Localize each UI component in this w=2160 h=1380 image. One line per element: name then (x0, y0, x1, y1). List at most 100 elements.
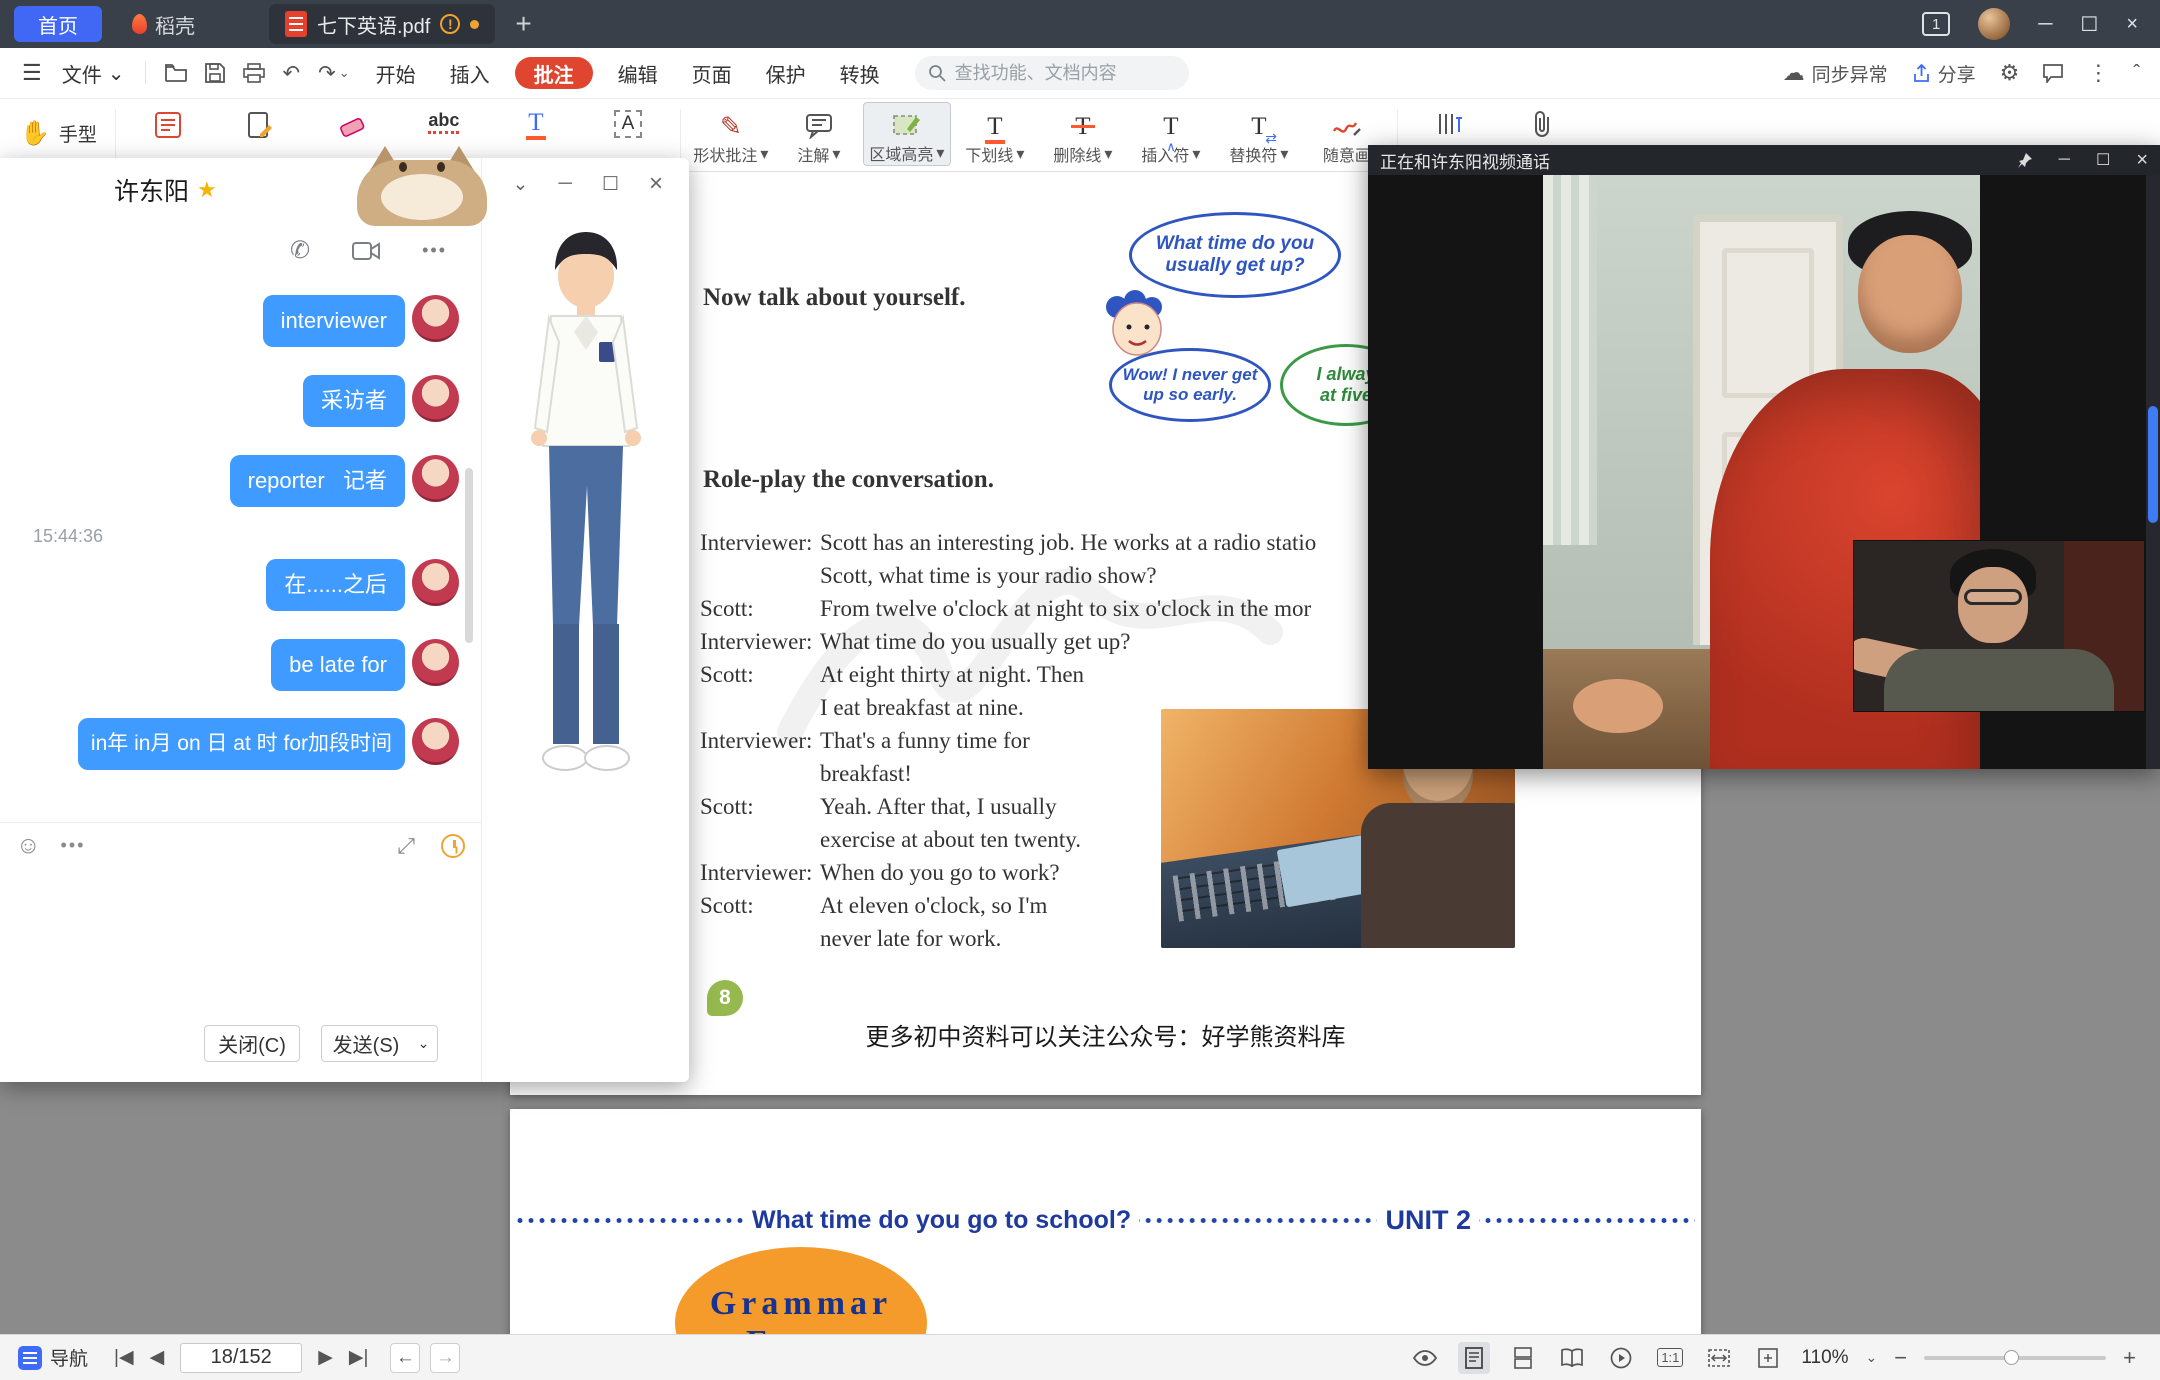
area-select-button[interactable]: A (582, 99, 674, 138)
chat-bubble[interactable]: be late for (271, 639, 405, 691)
collapse-pane-icon[interactable]: ⌄ (513, 173, 529, 196)
new-tab-button[interactable]: + (515, 8, 531, 40)
tool-shape-annotation[interactable]: ✎ 形状批注▾ (687, 102, 775, 166)
tab-home[interactable]: 首页 (14, 6, 102, 42)
user-avatar[interactable] (1978, 8, 2010, 40)
annotation-mode-button[interactable] (122, 99, 214, 140)
last-page-button[interactable]: ▶| (349, 1346, 369, 1369)
open-file-button[interactable] (156, 64, 196, 82)
save-button[interactable] (196, 63, 234, 83)
zoom-slider[interactable] (1924, 1356, 2106, 1360)
video-call-icon[interactable] (352, 241, 380, 261)
comment-icon[interactable] (2043, 64, 2063, 83)
menu-edit[interactable]: 编辑 (601, 48, 675, 99)
prev-page-button[interactable]: ◀ (150, 1346, 165, 1369)
tool-underline[interactable]: T 下划线▾ (951, 102, 1039, 166)
navigation-label[interactable]: 导航 (50, 1344, 88, 1371)
hand-tool-button[interactable]: ✋手型 (20, 119, 97, 148)
voice-call-icon[interactable]: ✆ (290, 236, 310, 265)
sync-warning-icon[interactable]: ! (440, 14, 460, 34)
contact-avatar[interactable] (412, 295, 459, 342)
more-input-tools-icon[interactable]: ••• (61, 835, 86, 856)
tool-replace[interactable]: T 替换符▾ (1215, 102, 1303, 166)
view-back-button[interactable]: ← (390, 1343, 420, 1373)
close-button[interactable]: × (2126, 13, 2138, 36)
zoom-slider-thumb[interactable] (2004, 1350, 2019, 1365)
next-page-button[interactable]: ▶ (318, 1346, 333, 1369)
menu-annotate-active[interactable]: 批注 (515, 57, 593, 89)
chat-close-button[interactable]: 关闭(C) (204, 1025, 300, 1062)
window-count-badge[interactable]: 1 (1922, 12, 1950, 36)
menu-insert[interactable]: 插入 (433, 48, 507, 99)
sync-status[interactable]: ☁同步异常 (1783, 60, 1888, 87)
contact-avatar[interactable] (412, 639, 459, 686)
video-window-scrollbar[interactable] (2146, 175, 2160, 769)
search-box[interactable] (915, 56, 1189, 90)
eraser-button[interactable] (306, 99, 398, 140)
annotation-manage-button[interactable] (214, 99, 306, 140)
video-close-icon[interactable]: × (2136, 149, 2148, 172)
zoom-out-button[interactable]: − (1894, 1345, 1907, 1371)
menu-convert[interactable]: 转换 (823, 48, 897, 99)
zoom-in-button[interactable]: + (2123, 1345, 2136, 1371)
autoplay-button[interactable] (1605, 1342, 1637, 1374)
more-vertical-icon[interactable]: ⋮ (2087, 60, 2109, 86)
navigation-icon[interactable] (18, 1346, 42, 1370)
first-page-button[interactable]: |◀ (114, 1346, 134, 1369)
contact-avatar[interactable] (412, 455, 459, 502)
redo-button[interactable]: ↷⌄ (309, 61, 359, 86)
collapse-ribbon-icon[interactable]: ˆ (2133, 62, 2140, 85)
self-video-preview[interactable] (1853, 540, 2145, 712)
chat-send-button[interactable]: 发送(S) (321, 1025, 411, 1062)
actual-size-button[interactable]: 1:1 (1654, 1342, 1686, 1374)
fit-width-button[interactable] (1703, 1342, 1735, 1374)
continuous-view-button[interactable] (1507, 1342, 1539, 1374)
page-indicator-input[interactable] (180, 1343, 302, 1373)
eye-protect-icon[interactable] (1409, 1342, 1441, 1374)
text-format-button[interactable] (1404, 99, 1496, 138)
video-maximize-icon[interactable]: ☐ (2096, 150, 2110, 170)
tab-document[interactable]: 七下英语.pdf ! (269, 4, 495, 44)
video-minimize-icon[interactable]: ─ (2059, 151, 2070, 169)
file-menu[interactable]: 文件⌄ (52, 59, 135, 88)
pin-icon[interactable] (2017, 152, 2033, 168)
contact-avatar[interactable] (412, 559, 459, 606)
scrollbar-thumb[interactable] (2148, 406, 2158, 523)
chat-bubble[interactable]: reporter 记者 (230, 455, 405, 507)
chat-close-icon[interactable]: × (649, 170, 663, 198)
menu-start[interactable]: 开始 (359, 48, 433, 99)
send-options-dropdown[interactable]: ⌄ (410, 1025, 438, 1062)
expand-input-icon[interactable]: ⤢ (397, 833, 415, 859)
video-call-titlebar[interactable]: 正在和许东阳视频通话 ─ ☐ × (1368, 145, 2160, 175)
chat-minimize-icon[interactable]: ─ (558, 173, 571, 195)
zoom-level[interactable]: 110% (1801, 1347, 1848, 1369)
maximize-button[interactable]: ☐ (2080, 12, 2098, 37)
menu-page[interactable]: 页面 (675, 48, 749, 99)
settings-gear-icon[interactable]: ⚙ (2000, 60, 2020, 86)
menu-protect[interactable]: 保护 (749, 48, 823, 99)
zoom-dropdown-icon[interactable]: ⌄ (1866, 1349, 1878, 1366)
attachment-button[interactable] (1496, 99, 1588, 138)
chat-bubble[interactable]: 在......之后 (266, 559, 405, 611)
chat-bubble[interactable]: 采访者 (303, 375, 405, 427)
search-input[interactable] (955, 63, 1165, 84)
chat-bubble[interactable]: interviewer (263, 295, 405, 347)
share-button[interactable]: 分享 (1912, 60, 1976, 87)
tool-insert-caret[interactable]: T 插入符▾ (1127, 102, 1215, 166)
contact-avatar[interactable] (412, 718, 459, 765)
chat-bubble[interactable]: in年 in月 on 日 at 时 for加段时间 (78, 718, 405, 770)
view-forward-button[interactable]: → (430, 1343, 460, 1373)
print-button[interactable] (234, 63, 274, 83)
chat-scrollbar[interactable] (465, 468, 473, 643)
single-page-view-button[interactable] (1458, 1342, 1490, 1374)
minimize-button[interactable]: ─ (2038, 13, 2052, 36)
spellcheck-button[interactable]: abc (398, 99, 490, 134)
tool-note[interactable]: 注解▾ (775, 102, 863, 166)
tool-strikethrough[interactable]: T 删除线▾ (1039, 102, 1127, 166)
tool-area-highlight-active[interactable]: 区域高亮▾ (863, 102, 951, 166)
undo-button[interactable]: ↶ (274, 61, 310, 86)
highlight-text-button[interactable]: T (490, 99, 582, 135)
book-view-button[interactable] (1556, 1342, 1588, 1374)
tab-docer[interactable]: 稻壳 (118, 6, 209, 42)
main-menu-icon[interactable]: ☰ (0, 60, 52, 86)
